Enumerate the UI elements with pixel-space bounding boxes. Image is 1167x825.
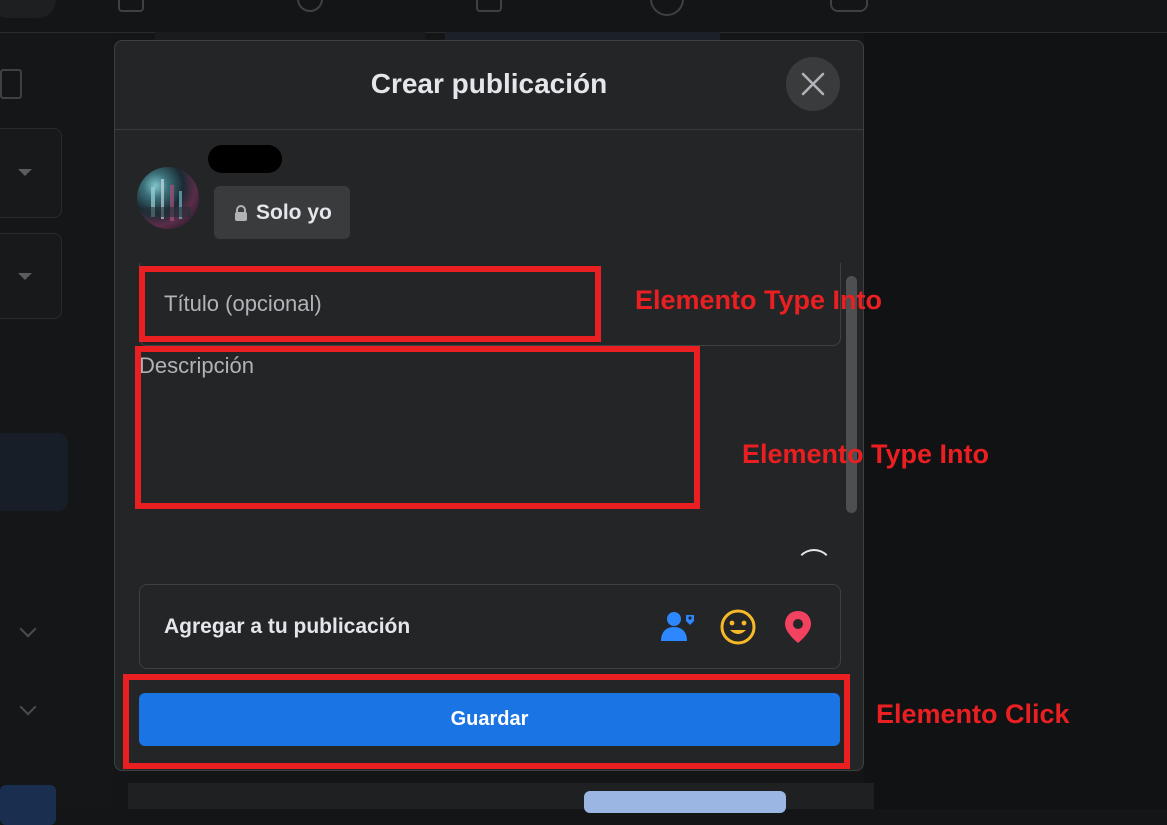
background-bottom-bar <box>128 783 874 813</box>
add-to-post-label: Agregar a tu publicación <box>164 615 411 638</box>
annotation-box-title-input <box>139 266 601 342</box>
add-to-post-bar: Agregar a tu publicación <box>139 584 841 669</box>
privacy-selector-button[interactable]: Solo yo <box>214 186 350 239</box>
background-nav-icon <box>118 0 144 12</box>
tag-people-icon[interactable] <box>658 607 698 647</box>
background-nav-icon <box>297 0 323 12</box>
close-icon <box>801 72 825 96</box>
annotation-label-description: Elemento Type Into <box>742 439 990 469</box>
background-collapse-icon <box>0 69 22 99</box>
close-button[interactable] <box>786 57 840 111</box>
lock-icon <box>235 205 247 221</box>
background-right-panel <box>864 33 1167 809</box>
annotation-box-description <box>135 346 700 509</box>
background-nav-icon <box>650 0 684 16</box>
feeling-emoji-icon[interactable] <box>718 607 758 647</box>
background-chevron-icon <box>19 698 37 716</box>
emoji-picker-icon[interactable] <box>795 549 833 587</box>
annotation-box-save-button <box>123 674 850 769</box>
background-left-panel <box>0 33 113 825</box>
location-pin-icon[interactable] <box>778 607 818 647</box>
background-nav-icon <box>830 0 868 12</box>
privacy-label: Solo yo <box>256 201 332 224</box>
background-search-pill <box>0 0 56 18</box>
background-top-bar <box>0 0 1167 33</box>
background-chevron-icon <box>19 620 37 638</box>
avatar <box>137 167 199 229</box>
background-caret-icon <box>18 273 32 280</box>
annotation-label-save: Elemento Click <box>876 699 1070 729</box>
dialog-title: Crear publicación <box>370 68 608 99</box>
annotation-label-title: Elemento Type Into <box>635 285 883 315</box>
background-caret-icon <box>18 169 32 176</box>
background-blue-bar <box>0 785 56 825</box>
redacted-user-name <box>208 145 282 173</box>
background-blue-block <box>0 433 68 511</box>
dialog-header: Crear publicación <box>115 41 863 130</box>
background-nav-icon <box>476 0 502 12</box>
background-bottom-button <box>584 791 786 813</box>
